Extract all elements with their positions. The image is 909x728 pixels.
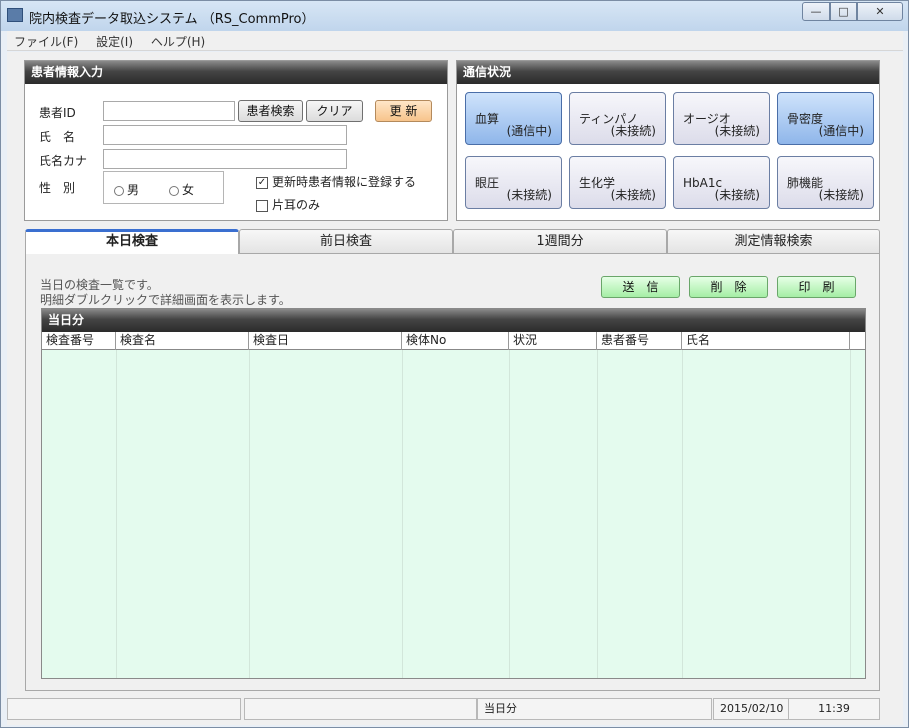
menu-settings[interactable]: 設定(I)	[89, 31, 140, 52]
device-status: (未接続)	[714, 188, 760, 202]
window-title: 院内検査データ取込システム （RS_CommPro）	[29, 12, 315, 27]
send-button[interactable]: 送 信	[601, 276, 680, 298]
device-button-audio[interactable]: オージオ (未接続)	[673, 92, 770, 145]
device-button-bone-density[interactable]: 骨密度 (通信中)	[777, 92, 874, 145]
sex-group: 男 女	[103, 171, 224, 204]
minimize-button[interactable]: —	[802, 2, 830, 21]
col-patient-number[interactable]: 患者番号	[597, 332, 682, 350]
grid-header-row: 検査番号 検査名 検査日 検体No 状況 患者番号 氏名	[42, 332, 865, 350]
device-status: (通信中)	[506, 124, 552, 138]
checkmark-icon: ✓	[256, 176, 268, 189]
patient-id-input[interactable]	[103, 101, 235, 121]
radio-icon	[114, 185, 124, 196]
grid-title: 当日分	[42, 309, 865, 332]
menu-help[interactable]: ヘルプ(H)	[144, 31, 212, 52]
status-time: 11:39	[788, 698, 880, 720]
one-ear-checkbox[interactable]: 片耳のみ	[256, 196, 320, 213]
device-button-hba1c[interactable]: HbA1c (未接続)	[673, 156, 770, 209]
print-button[interactable]: 印 刷	[777, 276, 856, 298]
tab-bar: 本日検査 前日検査 1週間分 測定情報検索	[25, 229, 880, 254]
radio-icon	[169, 185, 179, 196]
name-label: 氏 名	[39, 130, 76, 144]
menu-bar: ファイル(F) 設定(I) ヘルプ(H)	[7, 31, 903, 51]
register-check-label: 更新時患者情報に登録する	[272, 175, 417, 189]
app-icon	[7, 8, 23, 22]
device-status: (未接続)	[506, 188, 552, 202]
kana-label: 氏名カナ	[39, 154, 88, 168]
client-area: 患者情報入力 患者ID 患者検索 クリア 更 新 氏 名 氏名カナ 性 別 男 …	[7, 52, 903, 725]
delete-button[interactable]: 削 除	[689, 276, 768, 298]
comm-status-panel: 通信状況 血算 (通信中) ティンパノ (未接続) オージオ (未接続) 骨密度 (通信中) 眼…	[456, 60, 880, 221]
device-name: 肺機能	[787, 176, 824, 190]
device-name: 眼圧	[475, 176, 500, 190]
patient-info-header: 患者情報入力	[25, 61, 447, 84]
close-button[interactable]: ✕	[857, 2, 903, 21]
checkbox-icon	[256, 199, 268, 212]
sex-label: 性 別	[39, 181, 76, 195]
patient-search-button[interactable]: 患者検索	[238, 100, 303, 122]
col-exam-date[interactable]: 検査日	[249, 332, 402, 350]
device-status: (未接続)	[610, 188, 656, 202]
app-window: 院内検査データ取込システム （RS_CommPro） — □ ✕ ファイル(F)…	[0, 0, 909, 728]
today-grid[interactable]: 当日分 検査番号 検査名 検査日 検体No 状況 患者番号 氏名	[41, 308, 866, 679]
patient-id-label: 患者ID	[39, 106, 76, 120]
device-status: (未接続)	[610, 124, 656, 138]
tab-one-week[interactable]: 1週間分	[453, 229, 667, 254]
status-date: 2015/02/10	[713, 698, 789, 720]
maximize-button[interactable]: □	[830, 2, 857, 21]
status-mode: 当日分	[477, 698, 712, 720]
col-exam-name[interactable]: 検査名	[116, 332, 249, 350]
col-status[interactable]: 状況	[509, 332, 597, 350]
title-bar: 院内検査データ取込システム （RS_CommPro） — □ ✕	[1, 1, 908, 31]
desc-line-2: 明細ダブルクリックで詳細画面を表示します。	[40, 293, 291, 307]
device-button-tonometry[interactable]: 眼圧 (未接続)	[465, 156, 562, 209]
female-radio[interactable]: 女	[169, 181, 194, 198]
col-exam-number[interactable]: 検査番号	[42, 332, 116, 350]
col-specimen-no[interactable]: 検体No	[402, 332, 509, 350]
device-status: (通信中)	[818, 124, 864, 138]
device-button-tympano[interactable]: ティンパノ (未接続)	[569, 92, 666, 145]
comm-status-header: 通信状況	[457, 61, 879, 84]
patient-info-panel: 患者情報入力 患者ID 患者検索 クリア 更 新 氏 名 氏名カナ 性 別 男 …	[24, 60, 448, 221]
menu-file[interactable]: ファイル(F)	[7, 31, 85, 52]
update-button[interactable]: 更 新	[375, 100, 432, 122]
device-name: 生化学	[579, 176, 616, 190]
tab-measurement-search[interactable]: 測定情報検索	[667, 229, 880, 254]
device-status: (未接続)	[714, 124, 760, 138]
male-label: 男	[127, 183, 140, 197]
device-button-blood-count[interactable]: 血算 (通信中)	[465, 92, 562, 145]
device-button-biochemistry[interactable]: 生化学 (未接続)	[569, 156, 666, 209]
device-name: 骨密度	[787, 112, 824, 126]
status-bar: 当日分 2015/02/10 11:39	[7, 696, 903, 722]
status-panel-2	[244, 698, 477, 720]
female-label: 女	[182, 183, 195, 197]
clear-button[interactable]: クリア	[306, 100, 363, 122]
kana-input[interactable]	[103, 149, 347, 169]
one-ear-check-label: 片耳のみ	[272, 198, 321, 212]
col-patient-name[interactable]: 氏名	[682, 332, 850, 350]
tab-today[interactable]: 本日検査	[25, 229, 239, 254]
register-checkbox[interactable]: ✓ 更新時患者情報に登録する	[256, 173, 416, 190]
device-name: 血算	[475, 112, 500, 126]
tab-previous-day[interactable]: 前日検査	[239, 229, 453, 254]
today-tab-panel: 当日の検査一覧です。 明細ダブルクリックで詳細画面を表示します。 送 信 削 除…	[25, 253, 880, 691]
name-input[interactable]	[103, 125, 347, 145]
status-panel-1	[7, 698, 241, 720]
device-button-pulmonary[interactable]: 肺機能 (未接続)	[777, 156, 874, 209]
device-status: (未接続)	[818, 188, 864, 202]
male-radio[interactable]: 男	[114, 181, 139, 198]
